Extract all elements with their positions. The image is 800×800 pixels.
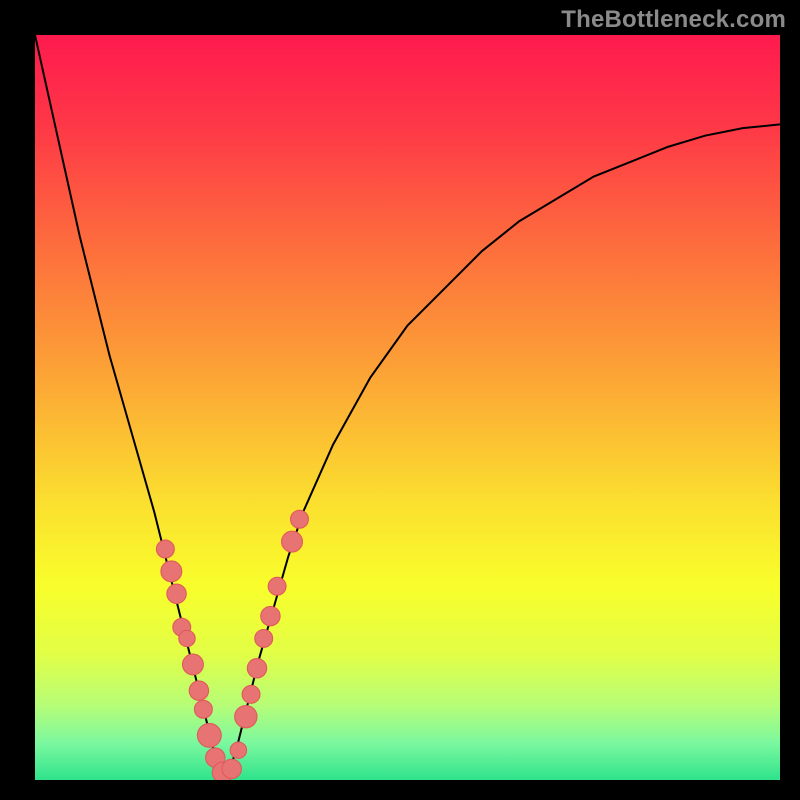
marker-point	[242, 685, 260, 703]
plot-area	[35, 35, 780, 780]
marker-point	[282, 531, 303, 552]
marker-point	[156, 540, 174, 558]
marker-point	[268, 577, 286, 595]
marker-point	[222, 759, 241, 778]
marker-point	[261, 606, 280, 625]
marker-point	[197, 723, 221, 747]
marker-point	[235, 706, 257, 728]
watermark-text: TheBottleneck.com	[561, 6, 786, 34]
marker-point	[230, 742, 246, 758]
marker-point	[167, 584, 186, 603]
marker-point	[179, 630, 195, 646]
marker-point	[161, 561, 182, 582]
marker-point	[291, 510, 309, 528]
chart-svg	[35, 35, 780, 780]
frame: TheBottleneck.com	[0, 0, 800, 800]
marker-point	[183, 654, 204, 675]
marker-point	[194, 700, 212, 718]
marker-point	[189, 681, 208, 700]
marker-point	[255, 630, 273, 648]
marker-point	[247, 659, 266, 678]
